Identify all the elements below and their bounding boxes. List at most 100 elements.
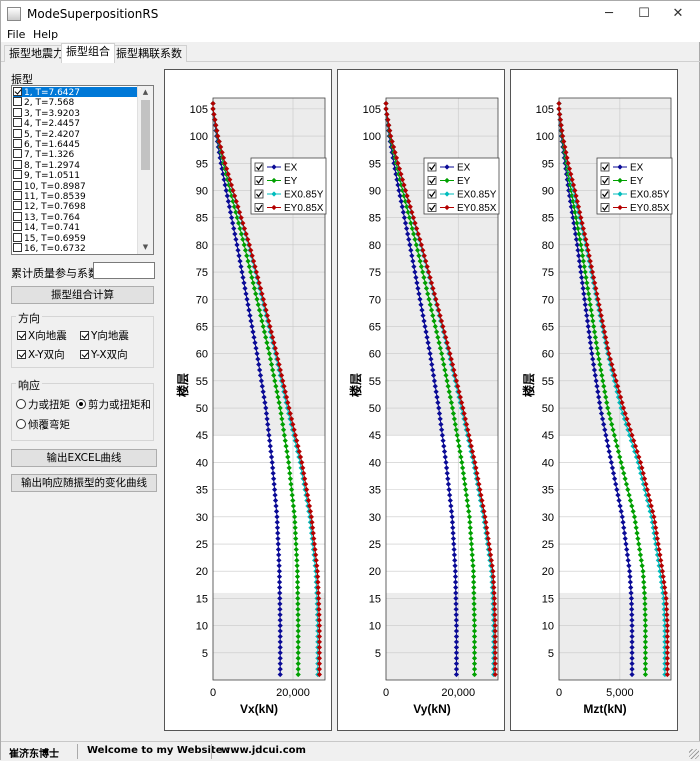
- y-tick-label: 50: [369, 403, 381, 415]
- mode-list-item[interactable]: 5, T=2.4207: [13, 128, 137, 140]
- checkbox-icon[interactable]: [13, 139, 22, 148]
- checkbox-icon[interactable]: [13, 97, 22, 107]
- x-tick-label: 5,000: [606, 687, 634, 699]
- title-bar: ModeSuperpositionRS ─ ☐ ✕: [1, 1, 700, 28]
- y-tick-label: 55: [196, 376, 208, 388]
- radio-overturning-moment[interactable]: 倾覆弯矩: [16, 419, 70, 431]
- plot-band: [559, 435, 671, 593]
- checkbox-icon[interactable]: [13, 211, 22, 221]
- checkbox-x-y-bidirectional[interactable]: X-Y双向: [17, 349, 65, 361]
- y-tick-label: 95: [196, 158, 208, 170]
- legend-entry: EX: [630, 163, 644, 174]
- plot-band: [213, 435, 325, 593]
- checkbox-icon[interactable]: [17, 350, 26, 359]
- status-website-link[interactable]: www.jdcui.com: [221, 745, 306, 756]
- radio-icon[interactable]: [16, 419, 26, 429]
- legend-entry: EY0.85X: [284, 203, 324, 214]
- y-tick-label: 45: [196, 430, 208, 442]
- checkbox-icon[interactable]: [13, 191, 22, 200]
- mode-list-item[interactable]: 11, T=0.8539: [13, 191, 137, 202]
- mode-list-item[interactable]: 16, T=0.6732: [13, 243, 137, 254]
- checkbox-icon[interactable]: [13, 149, 22, 159]
- checkbox-icon[interactable]: [13, 201, 22, 211]
- radio-shear-or-torque-sum[interactable]: 剪力或扭矩和: [76, 399, 151, 411]
- mode-list-item[interactable]: 4, T=2.4457: [13, 118, 137, 129]
- checkbox-icon[interactable]: [13, 118, 22, 128]
- modes-scrollbar[interactable]: ▲ ▼: [137, 86, 153, 254]
- checkbox-x-seismic[interactable]: X向地震: [17, 330, 67, 342]
- y-tick-label: 55: [542, 376, 554, 388]
- checkbox-icon[interactable]: [80, 331, 89, 340]
- checkbox-icon[interactable]: [13, 180, 22, 190]
- y-tick-label: 100: [536, 131, 554, 143]
- resize-grip-icon[interactable]: [689, 749, 699, 759]
- y-tick-label: 60: [542, 349, 554, 361]
- mode-list-item[interactable]: 6, T=1.6445: [13, 139, 137, 150]
- scroll-up-icon[interactable]: ▲: [138, 86, 153, 98]
- tab-mode-coupling-coefficient[interactable]: 振型耦联系数: [111, 45, 187, 62]
- checkbox-y-seismic[interactable]: Y向地震: [80, 330, 129, 342]
- mode-list-item[interactable]: 8, T=1.2974: [13, 159, 137, 171]
- tab-mode-combination[interactable]: 振型组合: [61, 43, 115, 63]
- mode-list-item[interactable]: 10, T=0.8987: [13, 180, 137, 192]
- chart-panel-vy: 5 10 15 20 25 30 35 40 45 50 55 60 65 70 75 80 85 90 95 100…: [337, 69, 505, 731]
- status-separator: [211, 744, 212, 759]
- y-tick-label: 95: [369, 158, 381, 170]
- checkbox-icon[interactable]: [13, 107, 22, 117]
- checkbox-icon[interactable]: [13, 159, 22, 169]
- radio-icon[interactable]: [16, 399, 26, 409]
- mode-list-item[interactable]: 15, T=0.6959: [13, 232, 137, 244]
- chart-panel-mzt: 5 10 15 20 25 30 35 40 45 50 55 60 65 70 75 80 85 90 95 100…: [510, 69, 678, 731]
- y-tick-label: 10: [369, 621, 381, 633]
- y-tick-label: 25: [542, 539, 554, 551]
- checkbox-icon[interactable]: [13, 222, 22, 232]
- y-tick-label: 50: [196, 403, 208, 415]
- checkbox-icon[interactable]: [13, 128, 22, 138]
- mode-list-item[interactable]: 14, T=0.741: [13, 222, 137, 233]
- y-tick-label: 20: [196, 566, 208, 578]
- export-excel-curve-button[interactable]: 输出EXCEL曲线: [11, 449, 157, 467]
- y-tick-label: 90: [542, 185, 554, 197]
- x-tick-label: 0: [210, 687, 216, 699]
- menu-help[interactable]: Help: [33, 28, 58, 41]
- plot-band: [386, 98, 498, 436]
- mode-list-item[interactable]: 13, T=0.764: [13, 211, 137, 223]
- scroll-down-icon[interactable]: ▼: [138, 241, 153, 253]
- checkbox-icon[interactable]: [13, 232, 22, 242]
- direction-group: 方向 X向地震 Y向地震 X-Y双向 Y-X双向: [11, 310, 154, 368]
- y-tick-label: 25: [196, 539, 208, 551]
- legend-entry: EX0.85Y: [457, 190, 497, 201]
- radio-icon[interactable]: [76, 399, 86, 409]
- y-tick-label: 5: [202, 648, 208, 660]
- window-title: ModeSuperpositionRS: [27, 7, 159, 21]
- mode-list-item[interactable]: 3, T=3.9203: [13, 107, 137, 119]
- plot-band: [386, 592, 498, 680]
- plot-band: [213, 592, 325, 680]
- checkbox-icon[interactable]: [13, 243, 22, 252]
- y-tick-label: 30: [196, 512, 208, 524]
- mode-combination-calc-button[interactable]: 振型组合计算: [11, 286, 154, 304]
- mode-list-item[interactable]: 9, T=1.0511: [13, 170, 137, 181]
- mode-list-item[interactable]: 1, T=7.6427: [13, 87, 137, 98]
- menu-file[interactable]: File: [7, 28, 25, 41]
- checkbox-icon[interactable]: [13, 87, 22, 96]
- y-tick-label: 65: [369, 321, 381, 333]
- y-tick-label: 20: [369, 566, 381, 578]
- tab-mode-seismic-force[interactable]: 振型地震力: [4, 45, 69, 62]
- checkbox-y-x-bidirectional[interactable]: Y-X双向: [80, 349, 128, 361]
- checkbox-icon[interactable]: [17, 331, 26, 340]
- mode-list-item[interactable]: 12, T=0.7698: [13, 201, 137, 212]
- radio-force-or-torque[interactable]: 力或扭矩: [16, 399, 70, 411]
- checkbox-icon[interactable]: [80, 350, 89, 359]
- mass-participation-field[interactable]: [93, 262, 155, 279]
- scroll-thumb[interactable]: [141, 100, 150, 170]
- checkbox-icon[interactable]: [13, 170, 22, 180]
- modes-listbox[interactable]: 1, T=7.6427 2, T=7.568 3, T=3.9203 4, T=2.4…: [11, 85, 154, 255]
- legend-entry: EY: [630, 176, 644, 187]
- close-button[interactable]: ✕: [655, 1, 700, 28]
- export-response-vs-mode-button[interactable]: 输出响应随振型的变化曲线: [11, 474, 157, 492]
- mode-list-item[interactable]: 7, T=1.326: [13, 149, 137, 160]
- y-tick-label: 60: [369, 349, 381, 361]
- legend-entry: EY0.85X: [457, 203, 497, 214]
- mode-list-item[interactable]: 2, T=7.568: [13, 97, 137, 108]
